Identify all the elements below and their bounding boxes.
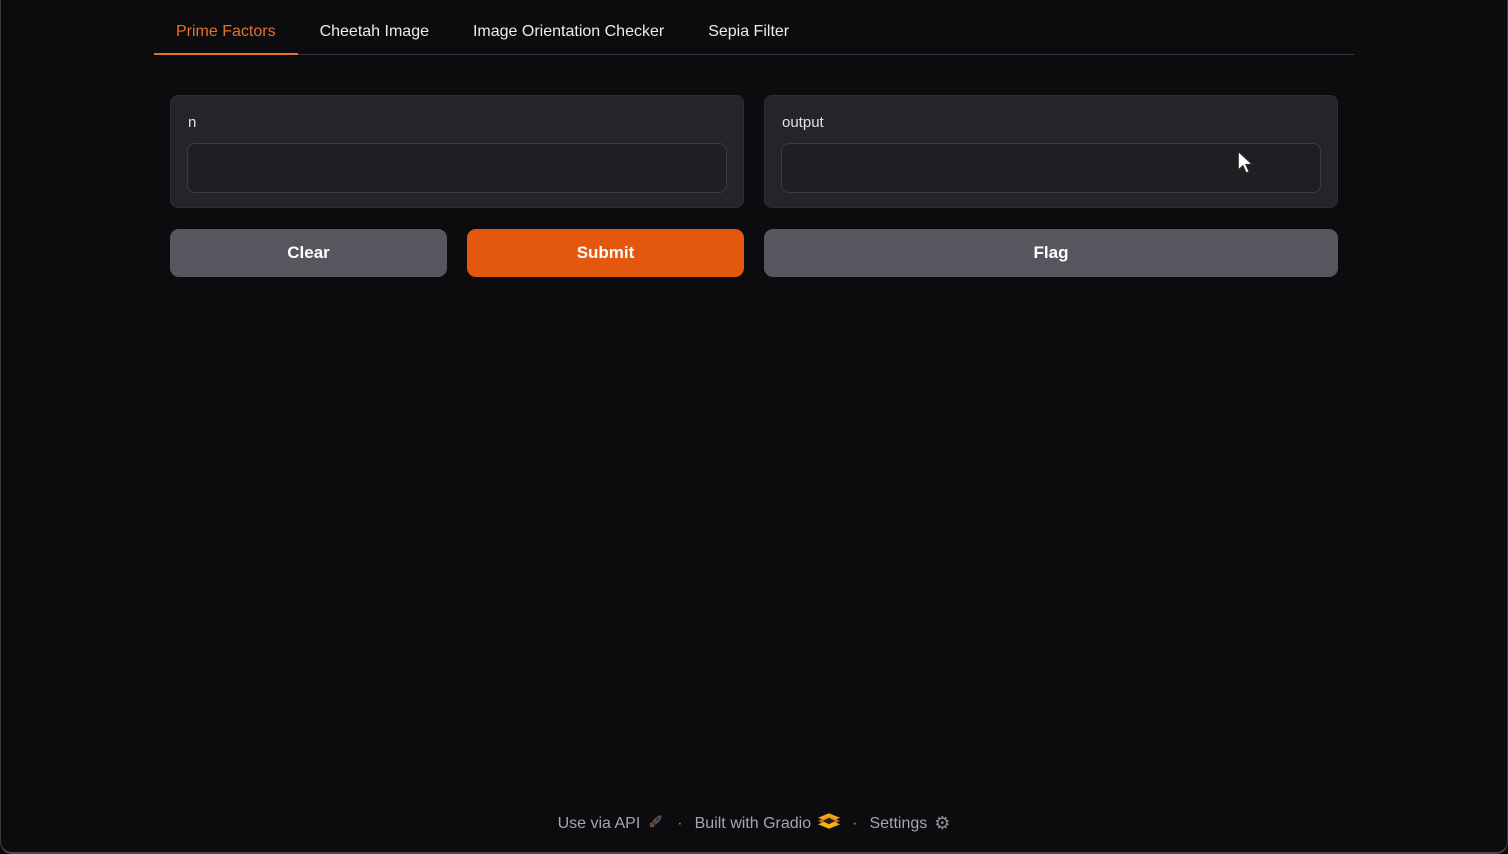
rocket-icon: [647, 812, 665, 835]
built-with-gradio-label: Built with Gradio: [695, 815, 812, 833]
footer-separator: ·: [675, 815, 684, 833]
output-panel: output: [764, 95, 1338, 208]
input-label: n: [188, 114, 727, 131]
settings-label: Settings: [869, 815, 927, 833]
app-window: Prime Factors Cheetah Image Image Orient…: [0, 0, 1508, 854]
io-row: n output: [154, 95, 1354, 208]
flag-button[interactable]: Flag: [764, 229, 1338, 277]
tab-prime-factors[interactable]: Prime Factors: [154, 8, 298, 55]
button-row: Clear Submit Flag: [154, 229, 1354, 277]
gradio-logo-icon: [818, 813, 840, 834]
footer: Use via API · Built with Gradio: [1, 800, 1507, 852]
output-textbox: [781, 143, 1321, 193]
use-via-api-link[interactable]: Use via API: [558, 812, 666, 835]
tab-sepia-filter[interactable]: Sepia Filter: [686, 8, 811, 55]
tab-cheetah-image[interactable]: Cheetah Image: [298, 8, 451, 55]
submit-button[interactable]: Submit: [467, 229, 744, 277]
use-via-api-label: Use via API: [558, 815, 641, 833]
built-with-gradio-link[interactable]: Built with Gradio: [695, 813, 841, 834]
footer-separator: ·: [850, 815, 859, 833]
settings-link[interactable]: Settings ⚙: [869, 815, 950, 833]
input-panel: n: [170, 95, 744, 208]
tab-bar: Prime Factors Cheetah Image Image Orient…: [154, 8, 1354, 55]
output-label: output: [782, 114, 1321, 131]
gear-icon: ⚙: [934, 815, 950, 833]
tab-image-orientation-checker[interactable]: Image Orientation Checker: [451, 8, 686, 55]
main-area: Prime Factors Cheetah Image Image Orient…: [1, 0, 1507, 800]
n-input[interactable]: [187, 143, 727, 193]
clear-button[interactable]: Clear: [170, 229, 447, 277]
